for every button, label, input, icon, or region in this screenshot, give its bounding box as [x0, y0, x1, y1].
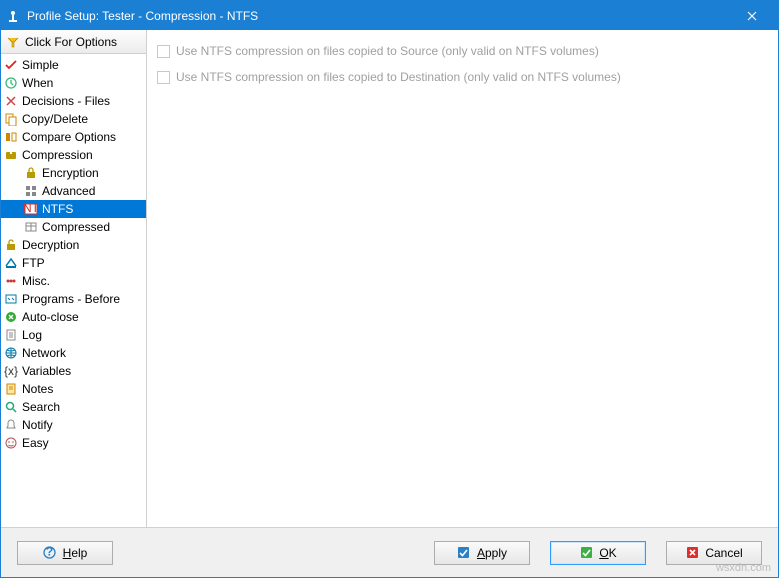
- ntfs-icon: NT: [23, 201, 39, 217]
- sidebar-item-decryption[interactable]: Decryption: [1, 236, 146, 254]
- sidebar-item-label: Misc.: [22, 274, 50, 288]
- checkbox-label: Use NTFS compression on files copied to …: [176, 70, 621, 84]
- sidebar-item-label: Encryption: [42, 166, 99, 180]
- button-label: Help: [63, 546, 88, 560]
- sidebar-item-ftp[interactable]: FTP: [1, 254, 146, 272]
- box-icon: [23, 219, 39, 235]
- copy-icon: [3, 111, 19, 127]
- sidebar-item-label: Log: [22, 328, 42, 342]
- sidebar: Click For Options Simple When Decisions - …: [1, 30, 147, 527]
- sidebar-item-variables[interactable]: {x} Variables: [1, 362, 146, 380]
- svg-text:{x}: {x}: [4, 364, 18, 378]
- sidebar-item-label: Notes: [22, 382, 53, 396]
- checkbox-label: Use NTFS compression on files copied to …: [176, 44, 599, 58]
- sidebar-item-label: Copy/Delete: [22, 112, 88, 126]
- sidebar-item-compression[interactable]: Compression: [1, 146, 146, 164]
- ok-icon: [579, 546, 593, 560]
- search-icon: [3, 399, 19, 415]
- net-icon: [3, 345, 19, 361]
- log-icon: [3, 327, 19, 343]
- sidebar-item-label: FTP: [22, 256, 45, 270]
- sidebar-item-label: Decryption: [22, 238, 79, 252]
- sidebar-item-label: Simple: [22, 58, 59, 72]
- sidebar-item-label: Variables: [22, 364, 71, 378]
- sidebar-item-ntfs[interactable]: NT NTFS: [1, 200, 146, 218]
- note-icon: [3, 381, 19, 397]
- sidebar-item-easy[interactable]: Easy: [1, 434, 146, 452]
- options-label: Click For Options: [25, 35, 117, 49]
- compress-icon: [3, 147, 19, 163]
- options-icon: [5, 34, 21, 50]
- sidebar-item-label: Search: [22, 400, 60, 414]
- prog-icon: [3, 291, 19, 307]
- compare-icon: [3, 129, 19, 145]
- sidebar-item-auto-close[interactable]: Auto-close: [1, 308, 146, 326]
- apply-button[interactable]: Apply: [434, 541, 530, 565]
- unlock-icon: [3, 237, 19, 253]
- sidebar-item-notify[interactable]: Notify: [1, 416, 146, 434]
- checkbox-row-source[interactable]: Use NTFS compression on files copied to …: [157, 44, 768, 58]
- misc-icon: [3, 273, 19, 289]
- checkbox-icon[interactable]: [157, 45, 170, 58]
- cancel-button[interactable]: Cancel: [666, 541, 762, 565]
- sidebar-item-search[interactable]: Search: [1, 398, 146, 416]
- sidebar-item-label: Easy: [22, 436, 49, 450]
- sidebar-item-label: Auto-close: [22, 310, 79, 324]
- sidebar-item-label: When: [22, 76, 53, 90]
- nav-tree: Simple When Decisions - Files Copy/Delete Co…: [1, 54, 146, 527]
- cancel-icon: [685, 546, 699, 560]
- check-icon: [3, 57, 19, 73]
- lock-icon: [23, 165, 39, 181]
- sidebar-item-when[interactable]: When: [1, 74, 146, 92]
- grid-icon: [23, 183, 39, 199]
- close-button[interactable]: [729, 1, 774, 30]
- ftp-icon: [3, 255, 19, 271]
- sidebar-item-compressed[interactable]: Compressed: [1, 218, 146, 236]
- sidebar-item-label: Programs - Before: [22, 292, 120, 306]
- button-label: OK: [599, 546, 616, 560]
- help-button[interactable]: ? Help: [17, 541, 113, 565]
- body-area: Click For Options Simple When Decisions - …: [1, 30, 778, 527]
- button-label: Apply: [477, 546, 507, 560]
- sidebar-item-simple[interactable]: Simple: [1, 56, 146, 74]
- sidebar-item-label: Compression: [22, 148, 93, 162]
- sidebar-item-notes[interactable]: Notes: [1, 380, 146, 398]
- content-pane: Use NTFS compression on files copied to …: [147, 30, 778, 527]
- sidebar-item-label: Compressed: [42, 220, 110, 234]
- close-icon: [3, 309, 19, 325]
- sidebar-item-label: Notify: [22, 418, 53, 432]
- sidebar-item-advanced[interactable]: Advanced: [1, 182, 146, 200]
- sidebar-item-label: Advanced: [42, 184, 95, 198]
- sidebar-item-misc-[interactable]: Misc.: [1, 272, 146, 290]
- help-icon: ?: [43, 546, 57, 560]
- sidebar-item-label: NTFS: [42, 202, 73, 216]
- app-icon: [5, 8, 21, 24]
- clock-icon: [3, 75, 19, 91]
- svg-text:NT: NT: [24, 202, 38, 215]
- sidebar-item-label: Compare Options: [22, 130, 116, 144]
- checkbox-icon[interactable]: [157, 71, 170, 84]
- sidebar-item-decisions-files[interactable]: Decisions - Files: [1, 92, 146, 110]
- easy-icon: [3, 435, 19, 451]
- sidebar-item-label: Network: [22, 346, 66, 360]
- window-title: Profile Setup: Tester - Compression - NT…: [27, 9, 729, 23]
- apply-icon: [457, 546, 471, 560]
- sidebar-item-programs-before[interactable]: Programs - Before: [1, 290, 146, 308]
- titlebar: Profile Setup: Tester - Compression - NT…: [1, 1, 778, 30]
- sidebar-item-compare-options[interactable]: Compare Options: [1, 128, 146, 146]
- sidebar-item-encryption[interactable]: Encryption: [1, 164, 146, 182]
- button-label: Cancel: [705, 546, 742, 560]
- sidebar-item-log[interactable]: Log: [1, 326, 146, 344]
- decide-icon: [3, 93, 19, 109]
- sidebar-item-copy-delete[interactable]: Copy/Delete: [1, 110, 146, 128]
- notify-icon: [3, 417, 19, 433]
- vars-icon: {x}: [3, 363, 19, 379]
- sidebar-item-label: Decisions - Files: [22, 94, 110, 108]
- checkbox-row-destination[interactable]: Use NTFS compression on files copied to …: [157, 70, 768, 84]
- options-header[interactable]: Click For Options: [1, 30, 146, 54]
- svg-text:?: ?: [46, 546, 53, 559]
- sidebar-item-network[interactable]: Network: [1, 344, 146, 362]
- ok-button[interactable]: OK: [550, 541, 646, 565]
- button-bar: ? Help Apply OK Cancel: [1, 527, 778, 577]
